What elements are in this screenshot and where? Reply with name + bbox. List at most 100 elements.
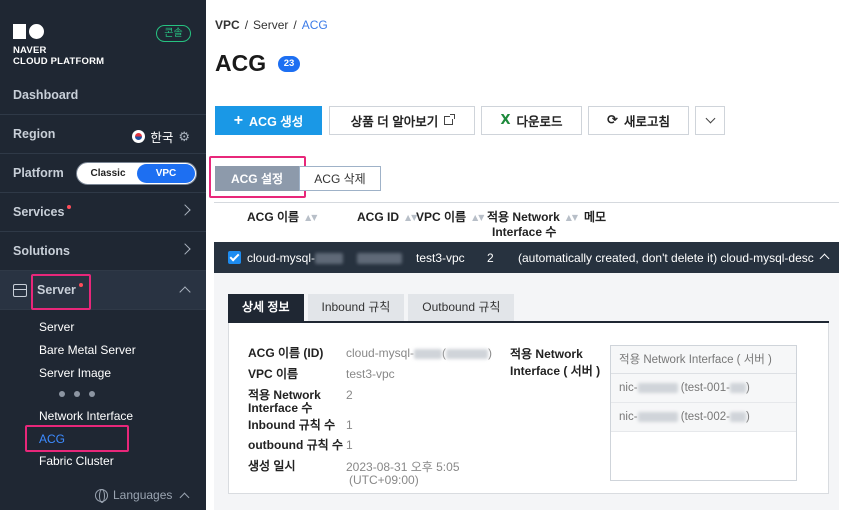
platform-classic-option[interactable]: Classic	[77, 163, 139, 184]
applied-ni-table: 적용 Network Interface ( 서버 ) nic- (test-0…	[610, 345, 797, 481]
nav-region: Region 한국 ⚙	[0, 115, 206, 154]
redacted-text	[637, 382, 678, 393]
row-checkbox[interactable]	[228, 251, 241, 264]
vpc-name-value: test3-vpc	[346, 367, 395, 381]
plus-icon: +	[233, 111, 244, 129]
platform-toggle[interactable]: Classic VPC	[76, 162, 197, 185]
inbound-count-value: 1	[346, 418, 353, 432]
tab-inbound-rules[interactable]: Inbound 규칙	[307, 294, 405, 321]
col-acg-name[interactable]: ACG 이름 ▲▼	[247, 210, 317, 225]
acg-name-id-value: cloud-mysql-()	[346, 346, 493, 360]
col-applied-ni[interactable]: 적용 Network ▲▼ Interface 수	[487, 210, 578, 239]
acg-name-id-label: ACG 이름 (ID)	[248, 346, 324, 360]
nav-services-label: Services	[13, 205, 65, 219]
redacted-text	[446, 348, 489, 359]
create-acg-button[interactable]: + ACG 생성	[215, 106, 322, 135]
breadcrumb-vpc[interactable]: VPC	[215, 18, 240, 32]
chevron-up-icon[interactable]	[819, 253, 830, 264]
sub-item-server[interactable]: Server	[39, 320, 74, 334]
region-selector[interactable]: 한국 ⚙	[132, 127, 190, 146]
console-badge[interactable]: 콘솔	[156, 25, 191, 42]
server-icon	[13, 283, 27, 297]
list-item: nic- (test-001-)	[611, 374, 796, 403]
new-dot-icon	[78, 283, 83, 287]
redacted-text	[357, 253, 402, 265]
languages-label: Languages	[113, 488, 173, 502]
logo-line2: CLOUD PLATFORM	[13, 56, 105, 67]
col-acg-id[interactable]: ACG ID ▲▼	[357, 210, 417, 225]
created-at-label: 생성 일시	[248, 459, 296, 473]
redacted-text	[729, 382, 746, 393]
logo-mark	[13, 24, 104, 39]
more-dots-icon[interactable]	[59, 391, 95, 397]
refresh-button[interactable]: ⟳ 새로고침	[588, 106, 689, 135]
sort-icon[interactable]: ▲▼	[472, 211, 484, 225]
breadcrumb: VPC / Server / ACG	[215, 18, 328, 32]
sub-item-bare-metal[interactable]: Bare Metal Server	[39, 343, 136, 357]
nav-services[interactable]: Services	[0, 193, 206, 232]
col-memo: 메모	[584, 210, 607, 224]
created-at-value: 2023-08-31 오후 5:05 (UTC+09:00)	[346, 460, 460, 487]
chevron-right-icon	[179, 204, 191, 216]
sub-item-network-interface[interactable]: Network Interface	[39, 409, 133, 423]
vpc-name-label: VPC 이름	[248, 367, 299, 381]
row-ni-count: 2	[487, 251, 494, 265]
chevron-right-icon	[179, 243, 191, 255]
redacted-text	[729, 411, 746, 422]
nav-platform: Platform Classic VPC	[0, 154, 206, 193]
nav-solutions-label: Solutions	[13, 244, 70, 258]
row-vpc-name: test3-vpc	[416, 251, 465, 265]
languages-selector[interactable]: Languages	[95, 488, 190, 503]
region-label: Region	[13, 127, 56, 141]
chevron-up-icon	[179, 492, 190, 502]
nav-solutions[interactable]: Solutions	[0, 232, 206, 271]
learn-more-button[interactable]: 상품 더 알아보기	[329, 106, 475, 135]
redacted-text	[315, 253, 344, 265]
globe-icon	[95, 488, 108, 503]
new-dot-icon	[67, 205, 72, 209]
detail-tabs: 상세 정보 Inbound 규칙 Outbound 규칙	[228, 294, 515, 321]
external-link-icon	[444, 114, 456, 125]
sidebar: NAVER CLOUD PLATFORM 콘솔 Dashboard Region…	[0, 0, 206, 510]
nav-dashboard[interactable]: Dashboard	[0, 76, 206, 115]
table-header: ACG 이름 ▲▼ ACG ID ▲▼ VPC 이름 ▲▼ 적용 Network ▲▼ …	[214, 202, 839, 239]
row-acg-name: cloud-mysql-	[247, 251, 344, 265]
sub-item-server-image[interactable]: Server Image	[39, 366, 111, 380]
tab-detail-info[interactable]: 상세 정보	[228, 294, 304, 321]
sort-icon[interactable]: ▲▼	[566, 211, 578, 225]
more-dropdown-button[interactable]	[695, 106, 725, 135]
table-row[interactable]: cloud-mysql- test3-vpc 2 (automatically …	[214, 242, 839, 273]
nav-dashboard-label: Dashboard	[13, 88, 79, 102]
applied-ni-count-value: 2	[346, 388, 353, 402]
col-vpc-name[interactable]: VPC 이름 ▲▼	[416, 210, 484, 225]
download-button[interactable]: X 다운로드	[481, 106, 582, 135]
chevron-up-icon	[179, 286, 191, 298]
applied-ni-server-label: 적용 Network Interface ( 서버 )	[510, 347, 601, 378]
korea-flag-icon	[132, 130, 146, 143]
platform-label: Platform	[13, 166, 64, 180]
naver-cloud-logo[interactable]: NAVER CLOUD PLATFORM	[13, 24, 104, 67]
sort-icon[interactable]: ▲▼	[305, 211, 317, 225]
sub-item-acg[interactable]: ACG	[39, 432, 65, 446]
refresh-icon: ⟳	[607, 113, 618, 128]
platform-vpc-option[interactable]: VPC	[137, 164, 195, 183]
acg-delete-button[interactable]: ACG 삭제	[299, 166, 381, 191]
nav-server-label: Server	[37, 283, 76, 297]
region-value: 한국	[150, 131, 174, 145]
sub-item-fabric-cluster[interactable]: Fabric Cluster	[39, 454, 114, 468]
inbound-count-label: Inbound 규칙 수	[248, 418, 336, 432]
applied-ni-count-label: 적용 Network Interface 수	[248, 388, 321, 415]
acg-setting-button[interactable]: ACG 설정	[215, 166, 299, 191]
count-badge: 23	[278, 56, 300, 72]
list-item: nic- (test-002-)	[611, 403, 796, 432]
row-memo: (automatically created, don't delete it)…	[518, 251, 814, 265]
outbound-count-value: 1	[346, 438, 353, 452]
tab-outbound-rules[interactable]: Outbound 규칙	[408, 294, 515, 321]
page-title: ACG	[215, 50, 267, 76]
applied-ni-table-header: 적용 Network Interface ( 서버 )	[611, 346, 796, 374]
breadcrumb-server[interactable]: Server	[253, 18, 288, 32]
outbound-count-label: outbound 규칙 수	[248, 438, 344, 452]
nav-server[interactable]: Server	[0, 271, 206, 310]
redacted-text	[637, 411, 678, 422]
gear-icon[interactable]: ⚙	[178, 129, 190, 145]
